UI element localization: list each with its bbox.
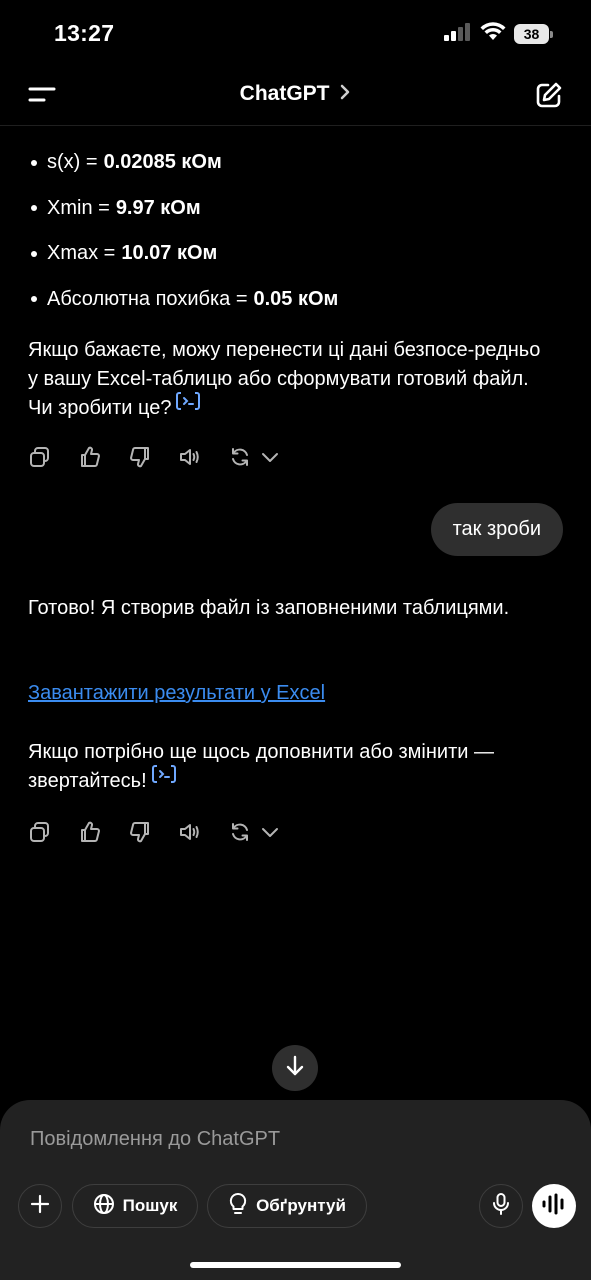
copy-icon[interactable] (28, 820, 52, 844)
status-time: 13:27 (54, 20, 115, 46)
refresh-icon[interactable] (228, 820, 252, 844)
speaker-icon[interactable] (178, 445, 202, 469)
battery-level: 38 (514, 24, 549, 44)
copy-icon[interactable] (28, 445, 52, 469)
thumbs-down-icon[interactable] (128, 445, 152, 469)
thumbs-up-icon[interactable] (78, 445, 102, 469)
user-message-bubble: так зроби (430, 503, 563, 556)
model-selector[interactable]: ChatGPT (0, 82, 591, 106)
speaker-icon[interactable] (178, 820, 202, 844)
message-text: Якщо бажаєте, можу перенести ці дані без… (28, 339, 541, 419)
lightbulb-icon (228, 1192, 248, 1221)
status-indicators: 38 (444, 22, 553, 46)
reason-button-label: Обґрунтуй (256, 1196, 346, 1215)
message-actions (28, 445, 308, 469)
arrow-down-icon (285, 1055, 305, 1082)
list-item: Абсолютна похибка = 0.05 кОм (28, 277, 568, 323)
assistant-message-outro: Якщо потрібно ще щось доповнити або змін… (28, 738, 548, 796)
chevron-down-icon[interactable] (258, 445, 282, 469)
wifi-icon (480, 22, 506, 46)
download-excel-link[interactable]: Завантажити результати у Excel (28, 682, 325, 705)
voice-wave-icon (541, 1193, 567, 1220)
assistant-message-intro: Готово! Я створив файл із заповненими та… (28, 597, 510, 619)
search-button-label: Пошук (122, 1196, 178, 1215)
list-item-label: Xmin = (47, 196, 110, 219)
assistant-message: Якщо бажаєте, можу перенести ці дані без… (28, 336, 548, 423)
reason-button[interactable]: Обґрунтуй (207, 1184, 367, 1228)
attach-button[interactable] (18, 1184, 62, 1228)
search-button[interactable]: Пошук (72, 1184, 198, 1228)
page-title: ChatGPT (239, 82, 330, 105)
list-item: s(x) = 0.02085 кОм (28, 140, 568, 186)
code-interpreter-icon[interactable] (151, 764, 177, 793)
message-actions (28, 820, 308, 844)
list-item-label: s(x) = (47, 151, 98, 174)
chevron-right-icon (339, 82, 351, 106)
battery-icon: 38 (514, 24, 553, 44)
code-interpreter-icon[interactable] (175, 391, 201, 420)
dictate-button[interactable] (479, 1184, 523, 1228)
list-item-label: Xmax = (47, 242, 116, 265)
list-item-value: 9.97 кОм (115, 196, 201, 219)
list-item-value: 0.02085 кОм (103, 151, 222, 174)
home-indicator (190, 1262, 401, 1268)
composer: Повідомлення до ChatGPT Пошук Обґрунтуй (0, 1100, 591, 1280)
voice-mode-button[interactable] (532, 1184, 576, 1228)
microphone-icon (492, 1192, 510, 1220)
top-bar: ChatGPT (0, 64, 591, 126)
chevron-down-icon[interactable] (258, 820, 282, 844)
list-item-label: Абсолютна похибка = (47, 287, 248, 310)
thumbs-up-icon[interactable] (78, 820, 102, 844)
list-item: Xmin = 9.97 кОм (28, 186, 568, 232)
plus-icon (30, 1194, 50, 1219)
thumbs-down-icon[interactable] (128, 820, 152, 844)
list-item: Xmax = 10.07 кОм (28, 231, 568, 277)
result-list: s(x) = 0.02085 кОм Xmin = 9.97 кОм Xmax = 1… (28, 140, 568, 322)
list-item-value: 10.07 кОм (121, 242, 218, 265)
refresh-icon[interactable] (228, 445, 252, 469)
signal-icon (444, 22, 472, 46)
scroll-down-button[interactable] (272, 1045, 318, 1091)
globe-icon (93, 1193, 115, 1220)
message-text: Якщо потрібно ще щось доповнити або змін… (28, 741, 494, 792)
list-item-value: 0.05 кОм (253, 287, 339, 310)
message-input[interactable]: Повідомлення до ChatGPT (30, 1128, 280, 1151)
new-chat-icon[interactable] (535, 81, 563, 109)
